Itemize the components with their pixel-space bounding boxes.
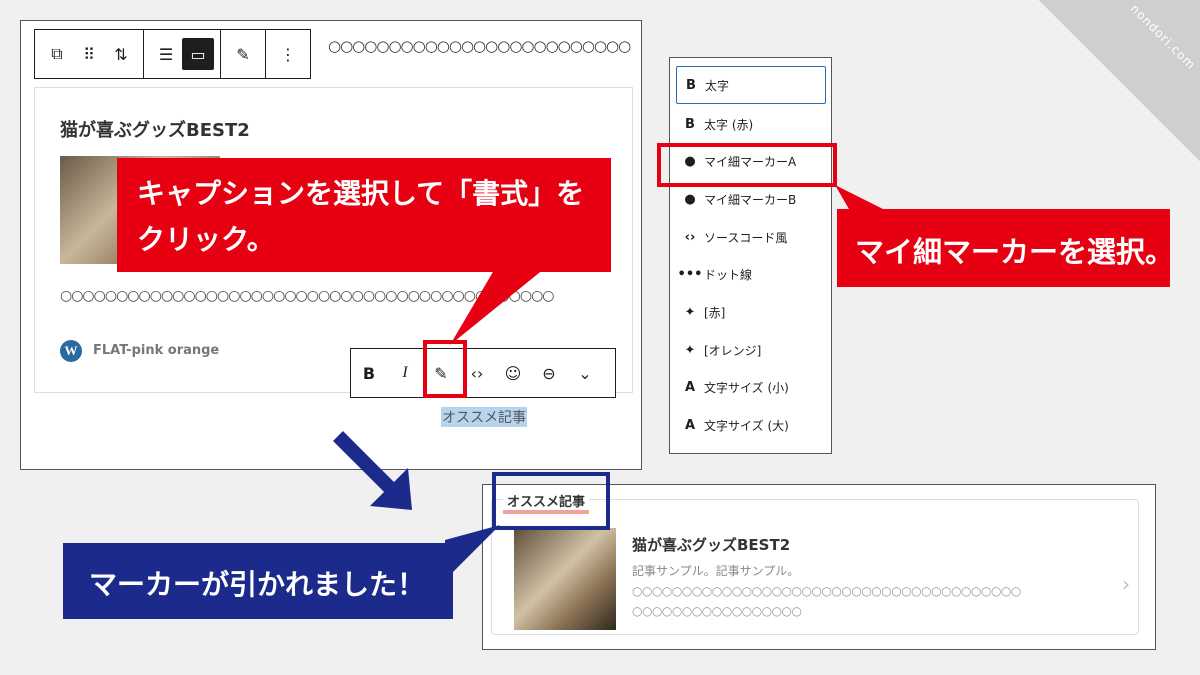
callout-pointer-red1: [450, 260, 555, 345]
move-updown-icon[interactable]: ⇅: [105, 38, 137, 70]
down-right-arrow-icon: [333, 431, 412, 510]
dropdown-item-marker-b[interactable]: ● マイ細マーカーB: [676, 182, 826, 216]
dropdown-item-source-code[interactable]: ‹› ソースコード風: [676, 220, 826, 254]
format-toolbar: B I ✎ ‹› ☺ ⊖ ⌄: [350, 348, 616, 398]
format-dropdown: B 太字 B 太字 (赤) ● マイ細マーカーA ● マイ細マーカーB ‹› ソ…: [669, 57, 832, 454]
dropdown-item-bold[interactable]: B 太字: [676, 66, 826, 104]
dropdown-item-label: 文字サイズ (大): [704, 418, 789, 433]
callout-red1-line1: キャプションを選択して「書式」を: [137, 177, 585, 210]
result-title: 猫が喜ぶグッズBEST2: [632, 536, 791, 554]
dropdown-item-bold-red[interactable]: B 太字 (赤): [676, 107, 826, 141]
dropdown-item-red[interactable]: ✦ [赤]: [676, 295, 826, 329]
bold-icon: B: [686, 77, 696, 93]
pin-icon: ✦: [684, 304, 696, 320]
chevron-right-icon: ›: [1122, 572, 1130, 596]
callout-red2-text: マイ細マーカーを選択。: [855, 235, 1175, 269]
dropdown-item-label: [赤]: [704, 305, 726, 320]
dropdown-item-label: ドット線: [704, 267, 753, 282]
font-size-icon: A: [684, 379, 696, 395]
dropdown-item-font-small[interactable]: A 文字サイズ (小): [676, 370, 826, 404]
callout-blue-text: マーカーが引かれました！: [89, 568, 426, 601]
highlight-icon[interactable]: ✎: [227, 38, 259, 70]
person-icon: ●: [684, 191, 696, 207]
callout-red1-line2: クリック。: [137, 223, 275, 256]
callout-marker-applied: マーカーが引かれました！: [63, 543, 453, 619]
link-button[interactable]: ⊖: [531, 353, 567, 393]
more-format-button[interactable]: ⌄: [567, 353, 603, 393]
italic-button[interactable]: I: [387, 353, 423, 393]
block-toolbar: ⧉ ⠿ ⇅ ☰ ▭ ✎ ⋮: [34, 29, 311, 79]
top-dots-text: ○○○○○○○○○○○○○○○○○○○○○○○○○: [328, 37, 631, 55]
result-desc: 記事サンプル。記事サンプル。: [632, 564, 800, 578]
label-blue-box: [492, 472, 610, 530]
dropdown-item-label: マイ細マーカーB: [704, 192, 797, 207]
card-title: 猫が喜ぶグッズBEST2: [60, 120, 250, 141]
dropdown-item-label: ソースコード風: [704, 230, 788, 245]
callout-select-caption: キャプションを選択して「書式」を クリック。: [117, 158, 611, 272]
dropdown-item-font-large[interactable]: A 文字サイズ (大): [676, 408, 826, 442]
marker-red-box: [657, 143, 837, 187]
drag-handle-icon[interactable]: ⠿: [73, 38, 105, 70]
dropdown-item-label: 太字 (赤): [704, 117, 754, 132]
dropdown-item-dotted-line[interactable]: ••• ドット線: [676, 257, 826, 291]
block-type-icon[interactable]: ⧉: [41, 38, 73, 70]
dots-icon: •••: [677, 266, 703, 282]
code-icon: ‹›: [684, 229, 696, 245]
result-dots: ○○○○○○○○○○○○○○○○○: [632, 604, 802, 618]
callout-select-marker: マイ細マーカーを選択。: [837, 209, 1174, 287]
emoji-button[interactable]: ☺: [495, 353, 531, 393]
dropdown-item-label: [オレンジ]: [704, 343, 762, 358]
pin-icon: ✦: [684, 342, 696, 358]
bold-button[interactable]: B: [351, 353, 387, 393]
align-icon[interactable]: ☰: [150, 38, 182, 70]
callout-pointer-blue: [445, 525, 500, 580]
bold-icon: B: [685, 116, 695, 132]
card-author: FLAT-pink orange: [93, 343, 220, 358]
font-size-icon: A: [684, 417, 696, 433]
cat-thumbnail: [514, 528, 616, 630]
result-dots: ○○○○○○○○○○○○○○○○○○○○○○○○○○○○○○○○○○○○○○○: [632, 584, 1021, 598]
caption-icon[interactable]: ▭: [182, 38, 214, 70]
dropdown-item-label: 文字サイズ (小): [704, 380, 789, 395]
corner-ribbon: [1027, 0, 1200, 173]
more-options-icon[interactable]: ⋮: [272, 38, 304, 70]
dropdown-item-label: 太字: [705, 78, 730, 93]
wordpress-icon: W: [60, 340, 82, 362]
caption-text[interactable]: オススメ記事: [441, 407, 527, 427]
dropdown-item-orange[interactable]: ✦ [オレンジ]: [676, 333, 826, 367]
